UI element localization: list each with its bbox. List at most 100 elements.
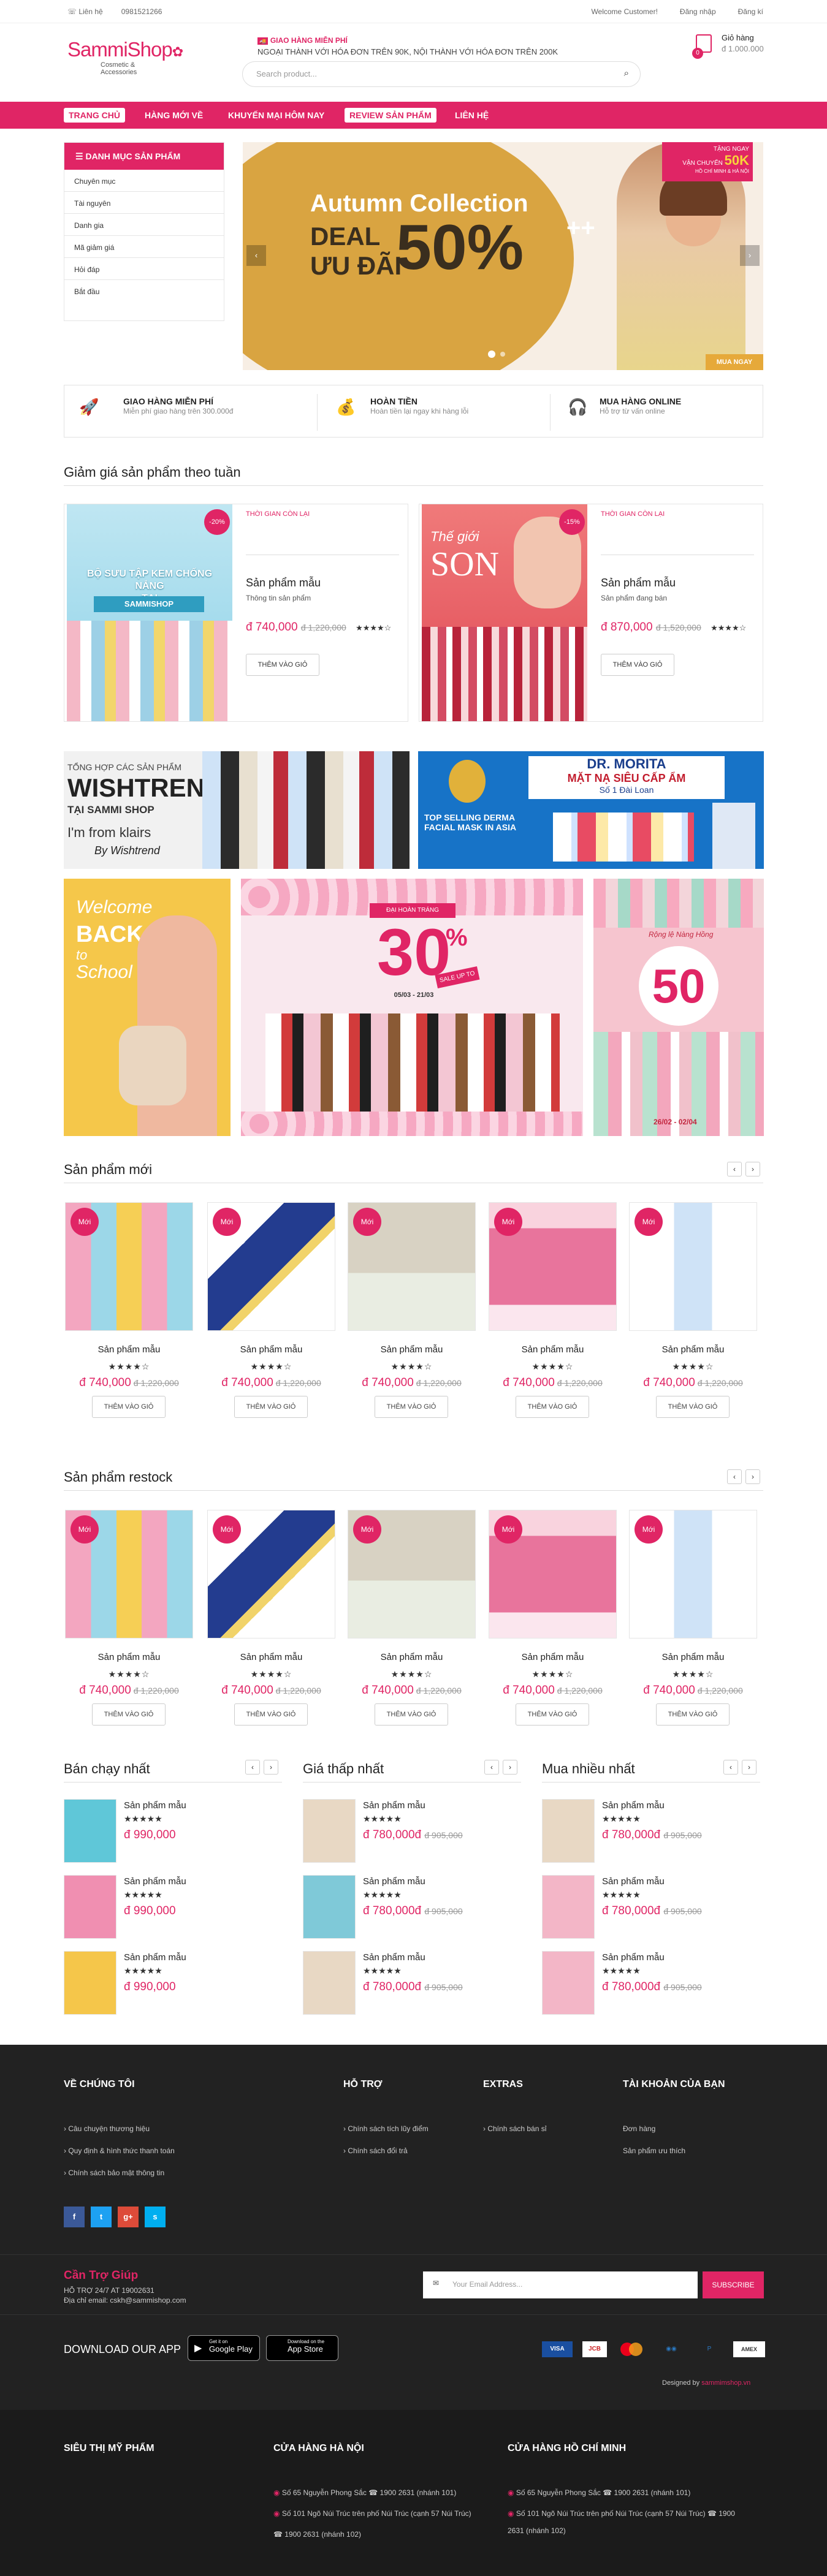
product-name[interactable]: Sản phẩm mẫu [487,1344,618,1355]
product-name[interactable]: Sản phẩm mẫu [346,1344,477,1355]
product-thumbnail[interactable] [303,1875,356,1939]
banner-sale-50[interactable]: Rộng lệ Nàng Hồng 50 26/02 - 02/04 [593,879,764,1136]
product-name[interactable]: Sản phẩm mẫu [602,1952,665,1963]
product-name[interactable]: Sản phẩm mẫu [124,1800,186,1811]
category-item[interactable]: Tài nguyên [64,192,224,214]
product-image[interactable]: Mới [489,1510,617,1638]
cart[interactable]: 0 Giỏ hàng đ 1.000.000 [692,32,769,63]
product-image[interactable]: Mới [65,1510,193,1638]
register-link[interactable]: Đăng kí [738,7,763,16]
slider-dot[interactable] [488,350,495,358]
nav-new-arrivals[interactable]: HÀNG MỚI VỀ [140,108,208,123]
footer-link[interactable]: › Câu chuyện thương hiệu [64,2124,150,2133]
subscribe-button[interactable]: SUBSCRIBE [703,2271,764,2298]
footer-link[interactable]: Đơn hàng [623,2124,655,2133]
add-to-cart-button[interactable]: THÊM VÀO GIỎ [234,1396,308,1418]
next-button[interactable]: › [264,1760,278,1775]
product-image[interactable]: Mới [65,1202,193,1331]
next-button[interactable]: › [745,1469,760,1484]
footer-link[interactable]: › Chính sách tích lũy điểm [343,2124,429,2133]
product-name[interactable]: Sản phẩm mẫu [124,1876,186,1887]
product-name[interactable]: Sản phẩm mẫu [628,1344,758,1355]
facebook-icon[interactable]: f [64,2207,85,2227]
search-input[interactable]: Search product... ⌕ [242,61,641,87]
add-to-cart-button[interactable]: THÊM VÀO GIỎ [375,1703,448,1726]
add-to-cart-button[interactable]: THÊM VÀO GIỎ [92,1396,166,1418]
logo[interactable]: SammiShop✿ Cosmetic & Accessories [67,38,183,77]
product-image[interactable]: Mới [348,1202,476,1331]
footer-link[interactable]: › Chính sách đổi trả [343,2146,408,2155]
category-item[interactable]: Chuyên mục [64,170,224,192]
banner-drmorita[interactable]: DR. MORITA MẶT NẠ SIÊU CẤP ẨM Số 1 Đài L… [418,751,764,869]
product-image[interactable]: Mới [629,1202,757,1331]
product-thumbnail[interactable] [542,1799,595,1863]
product-image[interactable]: Mới [629,1510,757,1638]
product-name[interactable]: Sản phẩm mẫu [206,1344,337,1355]
product-thumbnail[interactable] [303,1799,356,1863]
app-store-button[interactable]: Download on the App Store [266,2335,338,2361]
product-name[interactable]: Sản phẩm mẫu [363,1800,425,1811]
product-name[interactable]: Sản phẩm mẫu [363,1876,425,1887]
banner-wishtrend[interactable]: TỔNG HỢP CÁC SẢN PHẨM WISHTREND TẠI SAMM… [64,751,410,869]
product-thumbnail[interactable] [303,1951,356,2015]
nav-reviews[interactable]: REVIEW SẢN PHẨM [345,108,436,123]
slider-prev-button[interactable]: ‹ [246,245,266,266]
product-name[interactable]: Sản phẩm mẫu [602,1800,665,1811]
product-name[interactable]: Sản phẩm mẫu [487,1652,618,1662]
footer-link[interactable]: Sản phẩm ưu thích [623,2146,685,2155]
banner-sale-30[interactable]: ĐẠI HOÀN TRÁNG 30 % SALE UP TO 05/03 - 2… [241,879,583,1136]
banner-back-to-school[interactable]: Welcome BACK to School [64,879,231,1136]
next-button[interactable]: › [503,1760,517,1775]
product-image[interactable]: Mới [489,1202,617,1331]
add-to-cart-button[interactable]: THÊM VÀO GIỎ [656,1396,730,1418]
add-to-cart-button[interactable]: THÊM VÀO GIỎ [234,1703,308,1726]
next-button[interactable]: › [745,1162,760,1176]
product-image[interactable]: Mới [207,1510,335,1638]
category-item[interactable]: Danh gia [64,214,224,236]
twitter-icon[interactable]: t [91,2207,112,2227]
newsletter-email-input[interactable]: ✉ Your Email Address... [423,2271,698,2298]
deal-image[interactable]: BỘ SƯU TẬP KEM CHỐNG NẮNGTẠI SAMMISHOP -… [67,504,232,721]
product-image[interactable]: Mới [207,1202,335,1331]
footer-link[interactable]: › Chính sách bảo mật thông tin [64,2169,164,2177]
product-thumbnail[interactable] [64,1799,116,1863]
deal-product-name[interactable]: Sản phẩm mẫu [246,577,321,589]
prev-button[interactable]: ‹ [484,1760,499,1775]
product-name[interactable]: Sản phẩm mẫu [124,1952,186,1963]
product-thumbnail[interactable] [64,1875,116,1939]
buy-now-button[interactable]: MUA NGAY [706,354,763,370]
product-name[interactable]: Sản phẩm mẫu [628,1652,758,1662]
skype-icon[interactable]: s [145,2207,166,2227]
prev-button[interactable]: ‹ [723,1760,738,1775]
product-image[interactable]: Mới [348,1510,476,1638]
product-name[interactable]: Sản phẩm mẫu [602,1876,665,1887]
footer-link[interactable]: › Quy định & hình thức thanh toán [64,2146,175,2155]
add-to-cart-button[interactable]: THÊM VÀO GIỎ [92,1703,166,1726]
hero-slider[interactable]: Autumn Collection DEAL ƯU ĐÃI 50% ++ TẶN… [243,142,763,370]
slider-dot[interactable] [500,352,505,357]
nav-contact[interactable]: LIÊN HỆ [450,108,494,123]
designer-link[interactable]: sammimshop.vn [701,2379,750,2387]
prev-button[interactable]: ‹ [245,1760,260,1775]
product-name[interactable]: Sản phẩm mẫu [64,1652,194,1662]
prev-button[interactable]: ‹ [727,1162,742,1176]
login-link[interactable]: Đăng nhập [680,7,716,16]
add-to-cart-button[interactable]: THÊM VÀO GIỎ [375,1396,448,1418]
nav-home[interactable]: TRANG CHỦ [64,108,125,123]
category-item[interactable]: Mã giảm giá [64,236,224,258]
search-icon[interactable]: ⌕ [624,68,629,78]
category-header[interactable]: ☰ DANH MỤC SẢN PHẨM [64,143,224,170]
product-name[interactable]: Sản phẩm mẫu [206,1652,337,1662]
nav-promotions[interactable]: KHUYẾN MẠI HÔM NAY [223,108,329,123]
add-to-cart-button[interactable]: THÊM VÀO GIỎ [656,1703,730,1726]
category-item[interactable]: Hỏi đáp [64,258,224,280]
category-item[interactable]: Bắt đầu [64,280,224,302]
deal-image[interactable]: Thế giới SON -15% [422,504,587,721]
product-thumbnail[interactable] [542,1875,595,1939]
contact-link[interactable]: ☏ Liên hệ [67,7,103,16]
google-plus-icon[interactable]: g+ [118,2207,139,2227]
product-name[interactable]: Sản phẩm mẫu [64,1344,194,1355]
add-to-cart-button[interactable]: THÊM VÀO GIỎ [601,654,674,676]
product-name[interactable]: Sản phẩm mẫu [363,1952,425,1963]
product-name[interactable]: Sản phẩm mẫu [346,1652,477,1662]
